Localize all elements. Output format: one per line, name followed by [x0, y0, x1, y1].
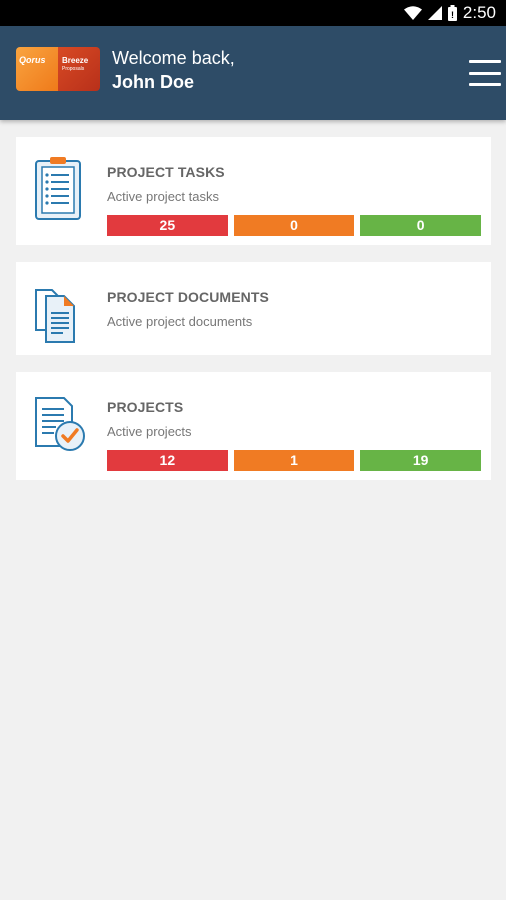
welcome-message: Welcome back, John Doe: [112, 46, 235, 94]
card-subtitle: Active projects: [107, 424, 192, 439]
card-title: PROJECT DOCUMENTS: [107, 289, 269, 305]
logo-right-subtext: Proposals: [62, 66, 85, 72]
hamburger-menu-icon[interactable]: [469, 60, 501, 86]
on-track-count-badge[interactable]: 0: [360, 215, 482, 236]
svg-text:!: !: [451, 10, 454, 20]
card-title: PROJECT TASKS: [107, 164, 225, 180]
wifi-icon: [403, 6, 422, 20]
clipboard-checklist-icon: [35, 157, 81, 220]
status-time: 2:50: [462, 3, 496, 22]
due-soon-count-badge[interactable]: 0: [233, 215, 355, 236]
projects-card[interactable]: PROJECTS Active projects 12 1 19: [16, 372, 491, 480]
card-subtitle: Active project tasks: [107, 189, 219, 204]
documents-icon: [35, 289, 75, 343]
logo-right-tile: Breeze Proposals: [58, 47, 100, 91]
project-documents-card[interactable]: PROJECT DOCUMENTS Active project documen…: [16, 262, 491, 355]
user-name: John Doe: [112, 72, 195, 92]
overdue-count-badge[interactable]: 12: [107, 450, 228, 471]
due-soon-count-badge[interactable]: 1: [233, 450, 355, 471]
card-title: PROJECTS: [107, 399, 184, 415]
app-logo: Qorus Breeze Proposals: [16, 47, 100, 91]
signal-icon: [427, 6, 442, 20]
status-bars: 12 1 19: [107, 450, 482, 471]
welcome-text: Welcome back,: [112, 48, 235, 68]
project-tasks-card[interactable]: PROJECT TASKS Active project tasks 25 0 …: [16, 137, 491, 245]
app-header: Qorus Breeze Proposals Welcome back, Joh…: [0, 26, 506, 120]
card-subtitle: Active project documents: [107, 314, 253, 329]
logo-right-text: Breeze: [62, 56, 89, 65]
status-bars: 25 0 0: [107, 215, 482, 236]
on-track-count-badge[interactable]: 19: [360, 450, 482, 471]
document-check-icon: [35, 397, 85, 451]
overdue-count-badge[interactable]: 25: [107, 215, 228, 236]
status-bar: ! 2:50: [0, 0, 506, 26]
battery-icon: !: [447, 5, 457, 21]
logo-left-tile: Qorus: [16, 47, 58, 91]
